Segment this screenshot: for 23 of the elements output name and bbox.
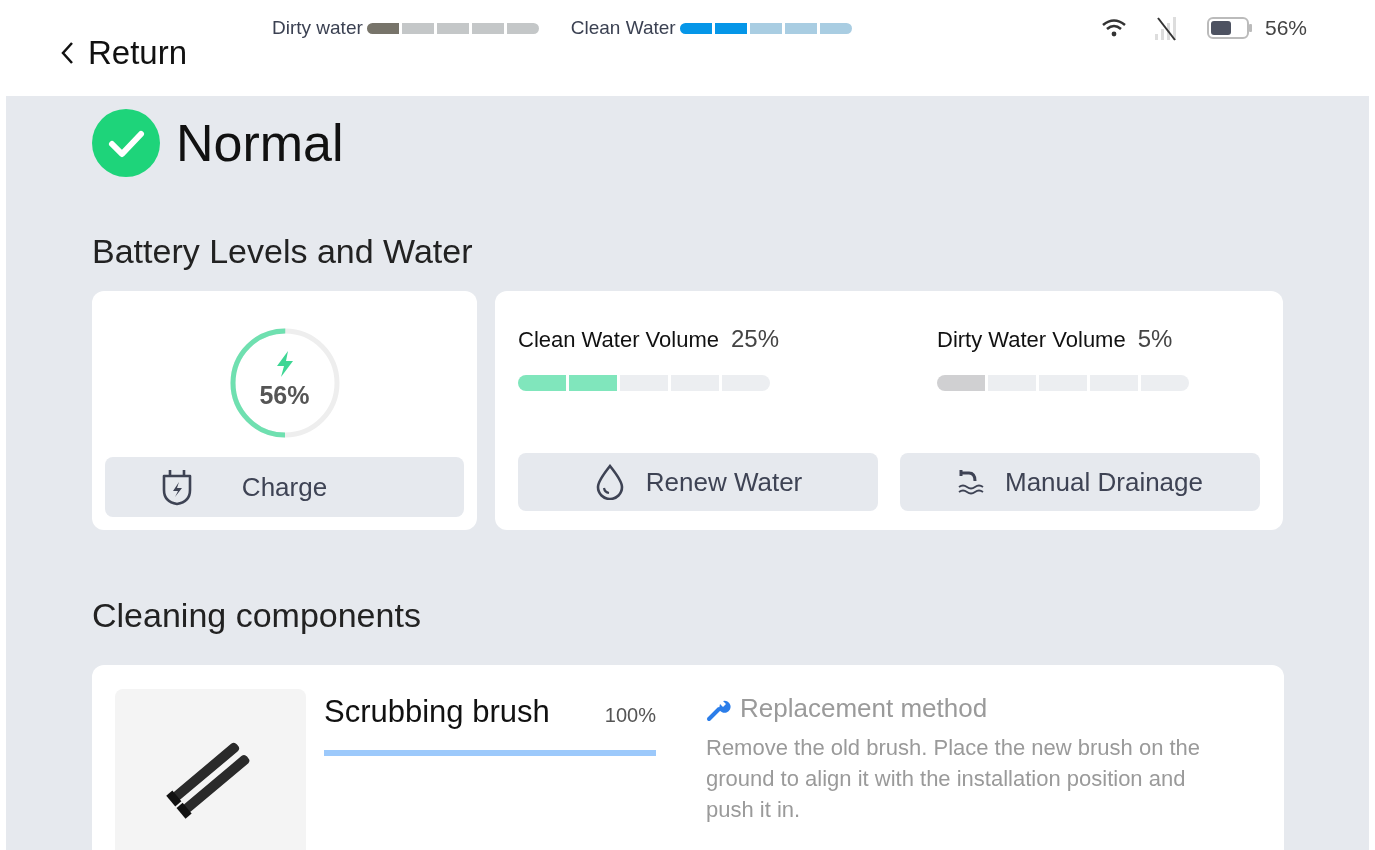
battery-icon — [1206, 16, 1253, 39]
tank-reading: 25% — [730, 324, 779, 354]
method-title: Replacement method — [740, 692, 988, 725]
drain-pipe-icon — [957, 467, 985, 497]
section-title: Battery Levels and Water — [92, 231, 474, 272]
battery-percentage: 56% — [1264, 15, 1307, 41]
tank-label: Dirty Water Volume — [937, 326, 1126, 354]
back-button[interactable]: Return — [58, 28, 188, 78]
method-description: Remove the old brush. Place the new brush on the ground to align it with the installation position and push it in. — [706, 734, 1202, 824]
plug-icon — [160, 468, 194, 506]
battery-reading: 56% — [259, 380, 310, 412]
component-reading: 100% — [604, 703, 656, 728]
indicator-label: Clean Water — [570, 16, 676, 40]
drainage-button[interactable]: Manual Drainage — [900, 453, 1260, 511]
wifi-icon — [1100, 16, 1127, 39]
status-text: Normal — [176, 113, 344, 174]
tank-label: Clean Water Volume — [518, 326, 719, 354]
indicator-label: Dirty water — [272, 16, 363, 40]
charge-button[interactable]: Charge — [105, 457, 464, 517]
component-name: Scrubbing brush — [324, 693, 550, 731]
tank-reading: 5% — [1137, 324, 1173, 354]
section-title: Cleaning components — [92, 595, 422, 636]
renew-water-button[interactable]: Renew Water — [518, 453, 878, 511]
